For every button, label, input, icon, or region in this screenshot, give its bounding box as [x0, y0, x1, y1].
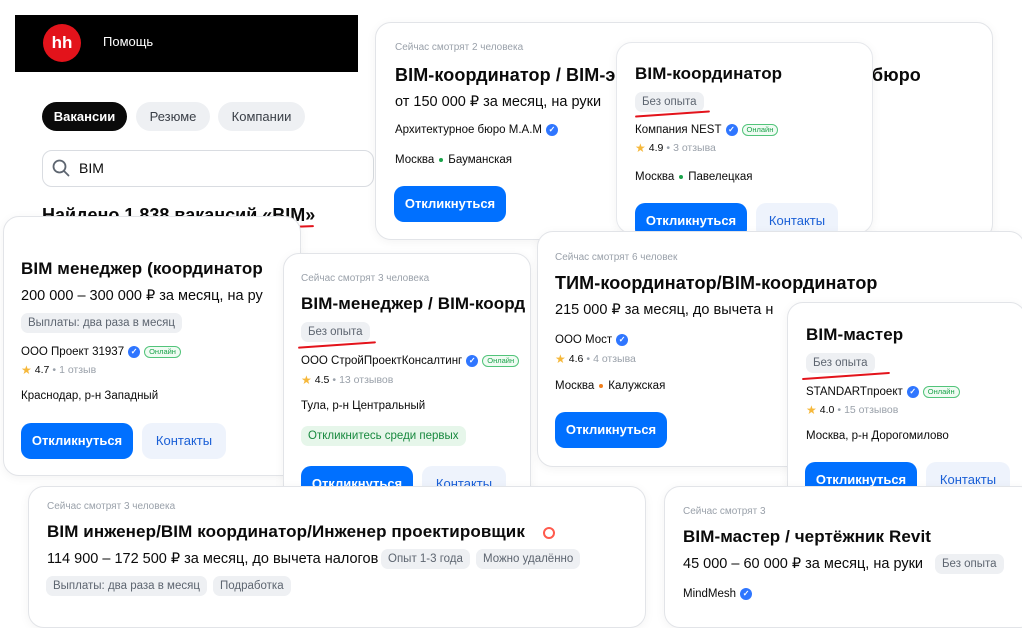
online-badge: Онлайн	[144, 346, 181, 358]
vacancy-card[interactable]: BIM-координатор Без опыта Компания NEST ✓…	[616, 42, 873, 234]
payments-badge: Выплаты: два раза в месяц	[46, 576, 207, 596]
company-rating: ★ 4.7 • 1 отзыв	[21, 363, 97, 377]
star-icon: ★	[301, 373, 312, 387]
remote-badge: Можно удалённо	[476, 549, 581, 569]
star-icon: ★	[635, 141, 646, 155]
star-icon: ★	[555, 352, 566, 366]
vacancy-title[interactable]: BIM инженер/BIM координатор/Инженер прое…	[47, 522, 525, 542]
metro-icon	[599, 384, 604, 388]
viewers-count: Сейчас смотрят 3 человека	[301, 273, 430, 284]
company-name[interactable]: STANDARTпроект ✓ Онлайн	[806, 386, 960, 398]
company-name[interactable]: Архитектурное бюро М.А.М ✓	[395, 124, 558, 136]
metro-icon	[679, 175, 684, 179]
tab-vacancies[interactable]: Вакансии	[42, 102, 127, 131]
company-rating: ★ 4.5 • 13 отзывов	[301, 373, 394, 387]
location: Москва, р-н Дорогомилово	[806, 430, 949, 442]
company-name[interactable]: Компания NEST ✓ Онлайн	[635, 124, 779, 136]
viewers-count: Сейчас смотрят 6 человек	[555, 252, 678, 263]
verified-icon: ✓	[466, 355, 479, 367]
payments-badge: Выплаты: два раза в месяц	[21, 313, 182, 333]
apply-button[interactable]: Откликнуться	[635, 203, 747, 233]
vacancy-card[interactable]: Сейчас смотрят 3 человека BIM инженер/BI…	[28, 486, 646, 628]
verified-icon: ✓	[906, 386, 919, 398]
company-name[interactable]: ООО Мост ✓	[555, 334, 629, 346]
tab-resume[interactable]: Резюме	[136, 102, 210, 131]
vacancy-title[interactable]: BIM-мастер	[806, 325, 903, 345]
search-input[interactable]: BIM	[42, 150, 374, 187]
location: Москва Калужская	[555, 380, 666, 392]
vacancy-title[interactable]: ТИМ-координатор/BIM-координатор	[555, 273, 878, 294]
verified-icon: ✓	[616, 334, 629, 346]
apply-button[interactable]: Откликнуться	[21, 423, 133, 459]
early-apply-badge: Откликнитесь среди первых	[301, 426, 466, 446]
vacancy-title[interactable]: BIM-менеджер / BIM-коорд	[301, 294, 525, 314]
search-icon	[52, 159, 70, 182]
salary: 200 000 – 300 000 ₽ за месяц, на ру	[21, 288, 263, 304]
location: Москва Бауманская	[395, 154, 513, 166]
help-link[interactable]: Помощь	[103, 34, 153, 49]
red-underline	[802, 371, 890, 381]
vacancy-title[interactable]: BIM-координатор / BIM-эн	[395, 65, 626, 86]
location: Москва Павелецкая	[635, 171, 753, 183]
viewers-count: Сейчас смотрят 3	[683, 506, 766, 517]
vacancy-card[interactable]: BIM менеджер (координатор 200 000 – 300 …	[3, 216, 301, 476]
salary: 215 000 ₽ за месяц, до вычета н	[555, 302, 774, 318]
contacts-button[interactable]: Контакты	[756, 203, 838, 233]
experience-badge: Без опыта	[301, 322, 370, 342]
experience-badge: Без опыта	[935, 554, 1004, 574]
contacts-button[interactable]: Контакты	[142, 423, 226, 459]
viewers-count: Сейчас смотрят 2 человека	[395, 42, 524, 53]
vacancy-card[interactable]: Сейчас смотрят 3 BIM-мастер / чертёжник …	[664, 486, 1022, 628]
salary: 114 900 – 172 500 ₽ за месяц, до вычета …	[47, 551, 379, 567]
company-rating: ★ 4.0 • 15 отзывов	[806, 403, 899, 417]
location: Краснодар, р-н Западный	[21, 390, 159, 402]
apply-button[interactable]: Откликнуться	[555, 412, 667, 448]
company-rating: ★ 4.6 • 4 отзыва	[555, 352, 636, 366]
hot-vacancy-icon	[543, 527, 555, 539]
experience-badge: Без опыта	[635, 92, 704, 112]
online-badge: Онлайн	[741, 124, 779, 136]
verified-icon: ✓	[545, 124, 558, 136]
vacancy-title[interactable]: BIM-координатор	[635, 64, 782, 84]
company-name[interactable]: ООО СтройПроектКонсалтинг ✓ Онлайн	[301, 355, 520, 367]
star-icon: ★	[21, 363, 32, 377]
vacancy-title[interactable]: BIM менеджер (координатор	[21, 259, 263, 279]
experience-badge: Опыт 1-3 года	[381, 549, 470, 569]
company-name[interactable]: ООО Проект 31937 ✓ Онлайн	[21, 346, 181, 358]
verified-icon: ✓	[725, 124, 738, 136]
hh-logo[interactable]: hh	[43, 24, 81, 62]
online-badge: Онлайн	[922, 386, 960, 398]
company-rating: ★ 4.9 • 3 отзыва	[635, 141, 716, 155]
salary: от 150 000 ₽ за месяц, на руки	[395, 94, 602, 110]
star-icon: ★	[806, 403, 817, 417]
company-name[interactable]: MindMesh ✓	[683, 588, 753, 600]
online-badge: Онлайн	[482, 355, 520, 367]
search-value: BIM	[79, 160, 104, 176]
viewers-count: Сейчас смотрят 3 человека	[47, 501, 176, 512]
apply-button[interactable]: Откликнуться	[394, 186, 506, 222]
vacancy-card[interactable]: BIM-мастер Без опыта STANDARTпроект ✓ Онла…	[787, 302, 1022, 517]
tab-companies[interactable]: Компании	[218, 102, 305, 131]
verified-icon: ✓	[128, 346, 141, 358]
verified-icon: ✓	[740, 588, 753, 600]
top-header: hh Помощь	[15, 15, 358, 72]
location: Тула, р-н Центральный	[301, 400, 426, 412]
vacancy-title[interactable]: BIM-мастер / чертёжник Revit	[683, 527, 931, 547]
vacancy-title-overflow: бюро	[872, 65, 921, 85]
parttime-badge: Подработка	[213, 576, 291, 596]
experience-badge: Без опыта	[806, 353, 875, 373]
salary: 45 000 – 60 000 ₽ за месяц, на руки	[683, 556, 924, 572]
metro-icon	[439, 158, 444, 162]
vacancy-card[interactable]: Сейчас смотрят 3 человека BIM-менеджер /…	[283, 253, 531, 517]
red-underline	[298, 341, 376, 349]
